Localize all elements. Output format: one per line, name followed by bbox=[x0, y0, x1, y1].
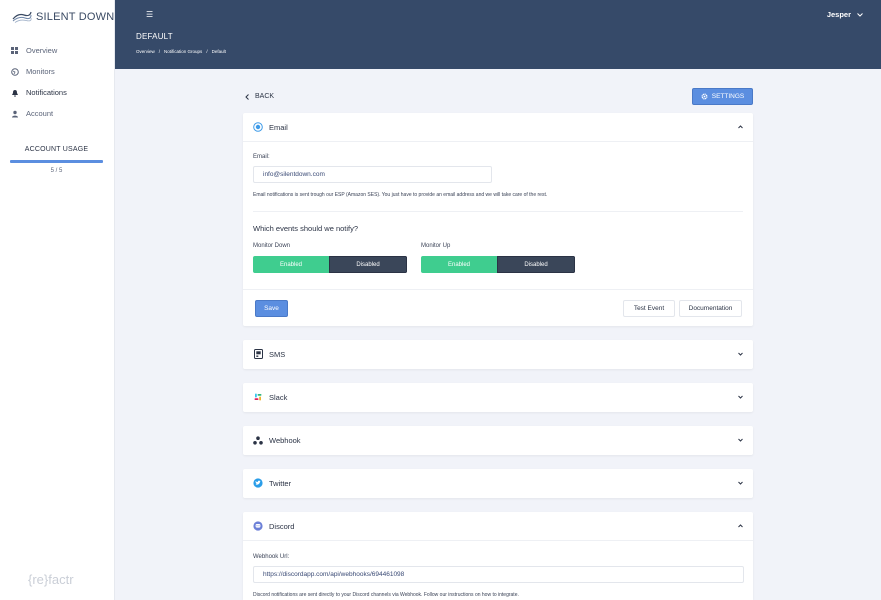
twitter-card: Twitter bbox=[243, 469, 753, 498]
sms-title: SMS bbox=[269, 349, 286, 359]
sidebar-item-monitors[interactable]: Monitors bbox=[0, 61, 115, 82]
webhook-card: Webhook bbox=[243, 426, 753, 455]
email-field-label: Email: bbox=[253, 154, 270, 160]
divider bbox=[253, 211, 743, 212]
breadcrumb-overview[interactable]: Overview bbox=[136, 49, 155, 54]
email-field[interactable] bbox=[253, 166, 492, 183]
email-radio-icon bbox=[253, 122, 263, 132]
chevron-down-icon bbox=[738, 383, 743, 411]
email-card-header[interactable]: Email bbox=[243, 113, 753, 141]
monitor-down-enabled-button[interactable]: Enabled bbox=[253, 256, 329, 273]
sidebar-nav: Overview Monitors Notifications Account bbox=[0, 40, 115, 124]
discord-card-header[interactable]: Discord bbox=[243, 512, 753, 540]
webhook-title: Webhook bbox=[269, 435, 301, 445]
usage-count: 5 / 5 bbox=[50, 168, 63, 174]
test-event-button[interactable]: Test Event bbox=[623, 300, 675, 317]
webhook-url-label: Webhook Url: bbox=[253, 554, 290, 560]
account-usage: ACCOUNT USAGE 5 / 5 bbox=[10, 146, 103, 174]
user-menu[interactable]: Jesper bbox=[827, 10, 863, 19]
monitor-up-label: Monitor Up bbox=[421, 243, 451, 249]
monitor-up-enabled-button[interactable]: Enabled bbox=[421, 256, 497, 273]
sidebar-item-label: Monitors bbox=[26, 67, 55, 76]
discord-icon bbox=[253, 521, 263, 531]
monitor-down-disabled-button[interactable]: Disabled bbox=[329, 256, 407, 273]
slack-title: Slack bbox=[269, 392, 288, 402]
sidebar-item-label: Overview bbox=[26, 46, 58, 55]
menu-toggle-icon[interactable]: ☰ bbox=[146, 10, 153, 19]
settings-button[interactable]: SETTINGS bbox=[692, 88, 753, 105]
webhook-url-field[interactable] bbox=[253, 566, 744, 583]
sms-card-header[interactable]: SMS bbox=[243, 340, 753, 368]
usage-progress-bar bbox=[10, 160, 103, 163]
chevron-down-icon bbox=[738, 469, 743, 497]
globe-icon bbox=[10, 67, 19, 76]
chevron-up-icon bbox=[738, 512, 743, 540]
sidebar-item-label: Notifications bbox=[26, 88, 67, 97]
chevron-down-icon bbox=[738, 340, 743, 368]
logo-waves-icon bbox=[12, 11, 32, 23]
sidebar-item-overview[interactable]: Overview bbox=[0, 40, 115, 61]
email-help-text: Email notifications is sent trough our E… bbox=[253, 192, 548, 198]
user-name: Jesper bbox=[826, 10, 851, 19]
page-header: ☰ Jesper DEFAULT Overview / Notification… bbox=[115, 0, 881, 69]
back-label: BACK bbox=[255, 93, 275, 100]
discord-card: Discord Webhook Url: Discord notificatio… bbox=[243, 512, 753, 600]
breadcrumb: Overview / Notification Groups / Default bbox=[136, 49, 226, 54]
webhook-card-header[interactable]: Webhook bbox=[243, 426, 753, 454]
breadcrumb-separator: / bbox=[158, 49, 161, 54]
email-title: Email bbox=[269, 122, 288, 132]
sidebar: SILENT DOWN Overview Monitors Notificati… bbox=[0, 0, 115, 600]
twitter-card-header[interactable]: Twitter bbox=[243, 469, 753, 497]
documentation-button[interactable]: Documentation bbox=[679, 300, 742, 317]
back-button[interactable]: BACK bbox=[245, 93, 274, 100]
sms-card: SMS bbox=[243, 340, 753, 369]
usage-title: ACCOUNT USAGE bbox=[24, 146, 89, 153]
brand-logo[interactable]: SILENT DOWN bbox=[12, 10, 114, 24]
bell-icon bbox=[10, 88, 19, 97]
sidebar-item-account[interactable]: Account bbox=[0, 103, 115, 124]
refactr-text: {re}factr bbox=[28, 571, 74, 587]
slack-icon bbox=[253, 392, 263, 402]
webhook-icon bbox=[253, 435, 263, 445]
chevron-left-icon bbox=[245, 93, 249, 100]
settings-label: SETTINGS bbox=[711, 93, 745, 100]
breadcrumb-separator: / bbox=[206, 49, 208, 54]
breadcrumb-default: Default bbox=[211, 49, 226, 54]
monitor-up-disabled-button[interactable]: Disabled bbox=[497, 256, 575, 273]
sidebar-item-notifications[interactable]: Notifications bbox=[0, 82, 115, 103]
brand-name: SILENT DOWN bbox=[36, 11, 115, 23]
chevron-down-icon bbox=[857, 12, 863, 17]
twitter-title: Twitter bbox=[269, 478, 292, 488]
refactr-logo: {re}factr bbox=[28, 568, 74, 590]
events-title: Which events should we notify? bbox=[253, 224, 359, 233]
slack-card-header[interactable]: Slack bbox=[243, 383, 753, 411]
monitor-up-toggle: Enabled Disabled bbox=[421, 256, 575, 273]
email-card: Email Email: Email notifications is sent… bbox=[243, 113, 753, 326]
divider bbox=[243, 141, 753, 142]
sidebar-item-label: Account bbox=[26, 109, 54, 118]
twitter-icon bbox=[253, 478, 263, 488]
divider bbox=[243, 289, 753, 290]
breadcrumb-notification-groups[interactable]: Notification Groups bbox=[164, 49, 202, 54]
save-button[interactable]: Save bbox=[255, 300, 288, 317]
grid-icon bbox=[10, 46, 19, 55]
discord-title: Discord bbox=[269, 521, 295, 531]
chevron-up-icon bbox=[738, 113, 743, 141]
discord-help-text: Discord notifications are sent directly … bbox=[253, 592, 519, 598]
gear-icon bbox=[701, 93, 708, 100]
divider bbox=[243, 540, 753, 541]
user-icon bbox=[10, 109, 19, 118]
page-title: DEFAULT bbox=[136, 32, 173, 41]
sms-icon bbox=[253, 349, 263, 359]
slack-card: Slack bbox=[243, 383, 753, 412]
monitor-down-toggle: Enabled Disabled bbox=[253, 256, 407, 273]
monitor-down-label: Monitor Down bbox=[253, 243, 291, 249]
chevron-down-icon bbox=[738, 426, 743, 454]
